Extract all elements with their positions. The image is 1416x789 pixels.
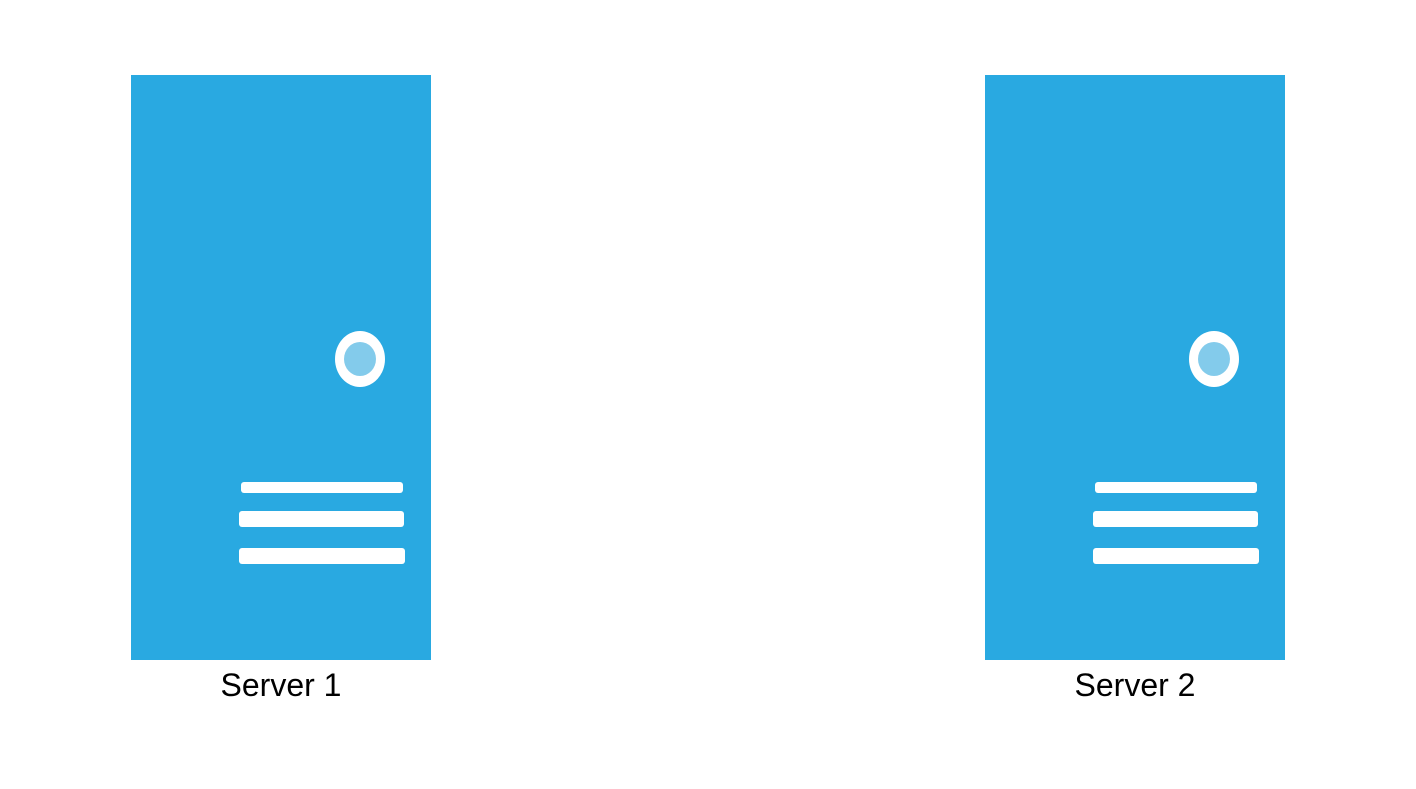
power-led [344,342,376,376]
vent-slot [1093,548,1259,564]
vent-slot [1095,482,1257,493]
vent-slot [1093,511,1258,527]
power-led [1198,342,1230,376]
server-2: Server 2 [985,75,1285,705]
vent-slot [241,482,403,493]
server-tower-icon [985,75,1285,660]
power-indicator [335,331,385,387]
power-indicator [1189,331,1239,387]
server-label: Server 2 [1074,667,1196,703]
vent-slot [239,548,405,564]
vent-slot [239,511,404,527]
server-label: Server 1 [220,667,342,703]
server-1: Server 1 [131,75,431,705]
server-tower-icon [131,75,431,660]
